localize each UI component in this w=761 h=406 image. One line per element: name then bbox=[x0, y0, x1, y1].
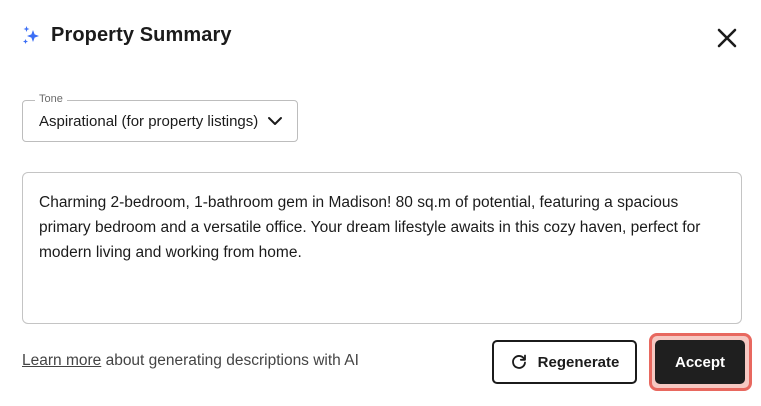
summary-text-area[interactable]: Charming 2-bedroom, 1-bathroom gem in Ma… bbox=[22, 172, 742, 324]
dialog-title: Property Summary bbox=[51, 24, 232, 46]
tone-select[interactable]: Tone Aspirational (for property listings… bbox=[22, 93, 298, 142]
ai-info-description: about generating descriptions with AI bbox=[101, 352, 359, 369]
learn-more-link[interactable]: Learn more bbox=[22, 352, 101, 369]
accept-button[interactable]: Accept bbox=[655, 340, 745, 384]
regenerate-label: Regenerate bbox=[537, 353, 620, 371]
dialog-header: Property Summary bbox=[22, 24, 232, 47]
ai-info-text: Learn more about generating descriptions… bbox=[22, 352, 359, 370]
tone-selected-value: Aspirational (for property listings) bbox=[39, 112, 259, 130]
close-icon bbox=[717, 28, 737, 48]
accept-label: Accept bbox=[674, 353, 726, 371]
property-summary-dialog: Property Summary Tone Aspirational (for … bbox=[0, 0, 761, 406]
regenerate-button[interactable]: Regenerate bbox=[492, 340, 637, 384]
chevron-down-icon bbox=[268, 117, 282, 125]
refresh-icon bbox=[511, 354, 526, 369]
close-button[interactable] bbox=[715, 26, 739, 50]
tone-label: Tone bbox=[35, 93, 67, 105]
sparkle-icon bbox=[23, 25, 39, 44]
